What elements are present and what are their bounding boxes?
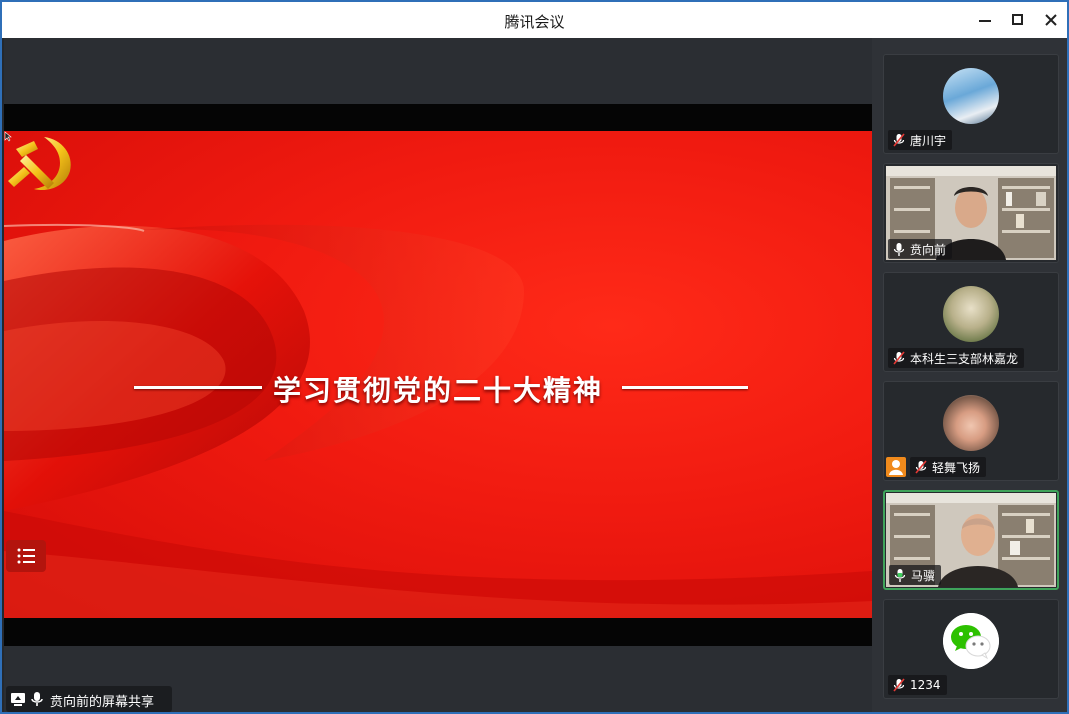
- participant-name: 本科生三支部林嘉龙: [910, 351, 1019, 366]
- host-icon: [886, 457, 906, 477]
- participant-tile[interactable]: 轻舞飞扬: [883, 381, 1059, 481]
- participant-name: 唐川宇: [910, 133, 947, 148]
- shared-slide: 学习贯彻党的二十大精神: [4, 131, 872, 618]
- minimize-button[interactable]: [970, 8, 1000, 32]
- mic-muted-icon: [893, 351, 905, 365]
- minimize-icon: [979, 20, 991, 22]
- avatar: [943, 68, 999, 124]
- maximize-icon: [1012, 14, 1023, 25]
- close-icon: [1045, 14, 1057, 26]
- participant-tile[interactable]: 唐川宇: [883, 54, 1059, 154]
- screen-share-indicator[interactable]: 贲向前的屏幕共享: [6, 686, 172, 712]
- meeting-window: 腾讯会议 学习贯彻党的二十大精神 贲向前的屏幕共享 唐川宇 贲向前 本科生三支部…: [0, 0, 1069, 714]
- letterbox-top: [4, 104, 872, 131]
- share-screen-icon: [11, 693, 25, 706]
- shared-screen-area: 学习贯彻党的二十大精神 贲向前的屏幕共享: [4, 38, 872, 712]
- mic-muted-icon: [915, 460, 927, 474]
- participant-panel: 唐川宇 贲向前 本科生三支部林嘉龙 轻舞飞扬 马骥 1234: [872, 38, 1067, 712]
- avatar: [943, 395, 999, 451]
- close-button[interactable]: [1036, 8, 1066, 32]
- participant-tile-active-speaker[interactable]: 马骥: [883, 490, 1059, 590]
- participant-name: 1234: [910, 678, 941, 692]
- participant-tile[interactable]: 贲向前: [883, 163, 1059, 263]
- screen-share-label: 贲向前的屏幕共享: [50, 695, 155, 710]
- avatar: [943, 613, 999, 669]
- slide-title: 学习贯彻党的二十大精神: [272, 374, 603, 407]
- title-bar: 腾讯会议: [2, 2, 1067, 38]
- mic-muted-icon: [893, 133, 905, 147]
- party-emblem-icon: [8, 137, 71, 191]
- participant-name-bar: 轻舞飞扬: [910, 457, 987, 477]
- mic-icon: [31, 692, 43, 706]
- window-title: 腾讯会议: [504, 13, 565, 31]
- title-line-right: [622, 386, 748, 389]
- participant-tile[interactable]: 1234: [883, 599, 1059, 699]
- member-list-button[interactable]: [6, 540, 46, 572]
- participant-name-bar: 马骥: [889, 565, 942, 585]
- maximize-button[interactable]: [1003, 8, 1033, 32]
- participant-name: 贲向前: [910, 242, 947, 257]
- participant-name-bar: 唐川宇: [888, 130, 953, 150]
- letterbox-bottom: [4, 618, 872, 646]
- participant-name-bar: 1234: [888, 675, 947, 695]
- avatar: [943, 286, 999, 342]
- participant-name-bar: 本科生三支部林嘉龙: [888, 348, 1025, 368]
- mic-muted-icon: [893, 678, 905, 692]
- participant-name: 轻舞飞扬: [932, 460, 981, 475]
- mic-speaking-icon: [894, 569, 906, 582]
- participant-tile[interactable]: 本科生三支部林嘉龙: [883, 272, 1059, 372]
- mouse-cursor-icon: [4, 131, 12, 142]
- mic-icon: [893, 243, 905, 256]
- list-icon: [17, 548, 35, 564]
- participant-name-bar: 贲向前: [888, 239, 953, 259]
- participant-name: 马骥: [911, 568, 936, 583]
- wechat-icon: [943, 613, 999, 669]
